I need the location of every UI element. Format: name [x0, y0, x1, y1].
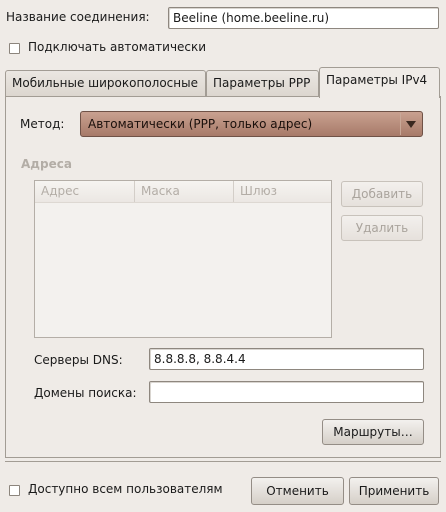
dns-servers-label: Серверы DNS:	[34, 353, 123, 367]
dns-servers-input[interactable]: 8.8.8.8, 8.8.4.4	[149, 348, 424, 370]
tab-mobile-broadband[interactable]: Мобильные широкополосные	[5, 70, 206, 96]
connection-name-input[interactable]: Beeline (home.beeline.ru)	[168, 7, 439, 29]
search-domains-input[interactable]	[149, 381, 424, 403]
method-value: Автоматически (PPP, только адрес)	[88, 117, 313, 131]
tab-ppp-settings[interactable]: Параметры PPP	[206, 70, 319, 96]
auto-connect-checkbox[interactable]	[9, 43, 20, 54]
chevron-down-icon	[400, 113, 421, 135]
apply-button[interactable]: Применить	[349, 477, 439, 505]
addresses-table[interactable]: Адрес Маска Шлюз	[34, 180, 332, 338]
column-header-gateway: Шлюз	[233, 181, 331, 202]
method-label: Метод:	[20, 117, 65, 131]
add-address-button[interactable]: Добавить	[341, 181, 423, 207]
addresses-section-title: Адреса	[21, 157, 72, 171]
all-users-checkbox[interactable]	[9, 485, 20, 496]
column-header-address: Адрес	[41, 184, 80, 198]
routes-button[interactable]: Маршруты…	[322, 419, 424, 445]
search-domains-label: Домены поиска:	[34, 386, 137, 400]
footer-separator	[5, 461, 441, 462]
cancel-button[interactable]: Отменить	[251, 477, 344, 505]
method-combobox[interactable]: Автоматически (PPP, только адрес)	[80, 111, 423, 137]
all-users-label: Доступно всем пользователям	[28, 482, 223, 496]
delete-address-button[interactable]: Удалить	[341, 215, 423, 241]
tab-ipv4-settings[interactable]: Параметры IPv4	[319, 67, 440, 98]
auto-connect-label: Подключать автоматически	[28, 40, 207, 54]
column-header-mask: Маска	[134, 181, 233, 202]
connection-name-label: Название соединения:	[6, 10, 150, 24]
addresses-table-header: Адрес Маска Шлюз	[35, 181, 331, 203]
